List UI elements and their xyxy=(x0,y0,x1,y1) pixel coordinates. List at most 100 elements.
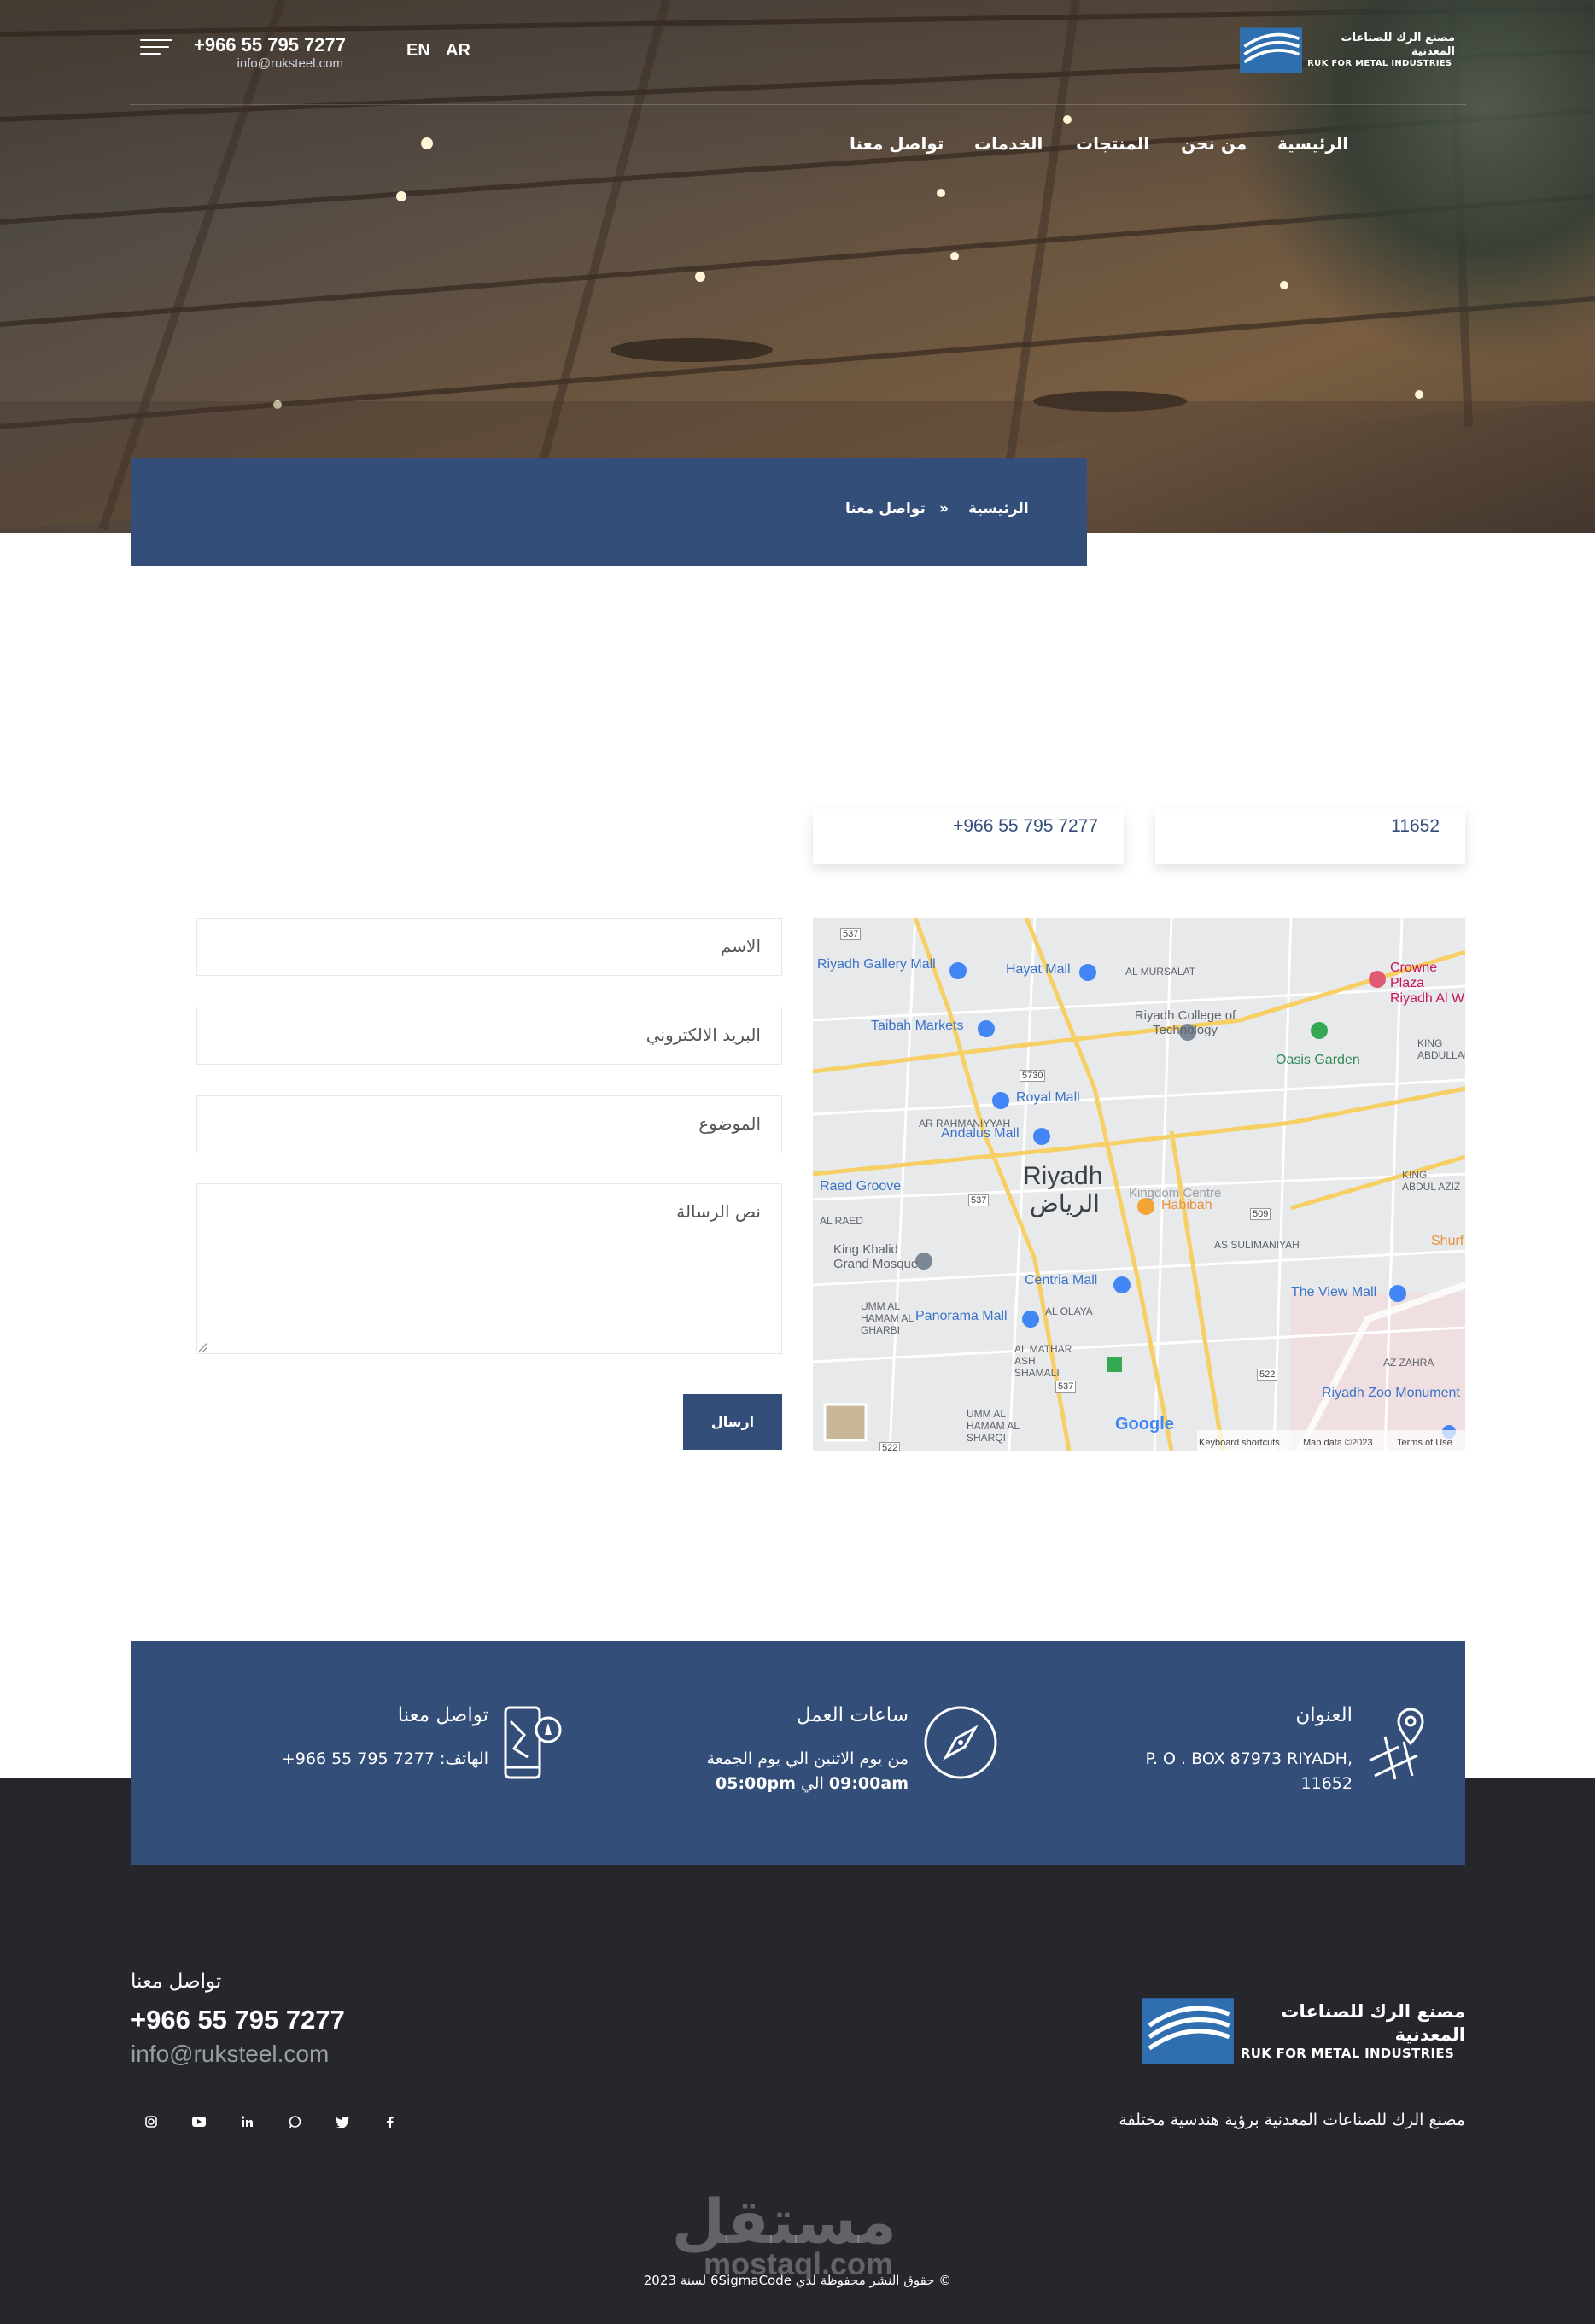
map-place-shurf[interactable]: Shurf xyxy=(1431,1234,1464,1249)
info-card-address: 11652 xyxy=(1155,809,1465,864)
footer-email[interactable]: info@ruksteel.com xyxy=(131,2041,329,2068)
map-road-shield: 537 xyxy=(968,1194,990,1206)
map-road-shield: 509 xyxy=(1250,1208,1271,1220)
map-place-view-mall[interactable]: The View Mall xyxy=(1291,1285,1376,1300)
map-road-shield: 5730 xyxy=(1020,1070,1046,1082)
map-district: UMM AL HAMAM AL GHARBI xyxy=(861,1300,914,1336)
email-field[interactable]: البريد الالكتروني xyxy=(196,1007,782,1065)
nav-contact[interactable]: تواصل معنا xyxy=(850,133,944,154)
address-text: P. O . BOX 87973 RIYADH, 11652 xyxy=(1145,1749,1353,1793)
contact-phone[interactable]: +966 55 795 7277 xyxy=(282,1749,435,1768)
map-place-panorama-mall[interactable]: Panorama Mall xyxy=(915,1309,1008,1324)
map-place-kingdom-centre[interactable]: Kingdom Centre xyxy=(1129,1186,1221,1200)
name-field[interactable]: الاسم xyxy=(196,918,782,976)
info-card-phone: +966 55 795 7277 xyxy=(813,809,1124,864)
nav-products[interactable]: المنتجات xyxy=(1076,133,1149,154)
footer-contact-title: تواصل معنا xyxy=(131,1971,222,1993)
header-phone[interactable]: +966 55 795 7277 xyxy=(188,34,346,56)
map-place-taibah-markets[interactable]: Taibah Markets xyxy=(871,1019,964,1034)
ruk-logo-mark-icon xyxy=(1142,1998,1234,2064)
header-divider xyxy=(130,104,1466,105)
map-place-king-khalid-mosque[interactable]: King Khalid Grand Mosque xyxy=(833,1242,936,1271)
submit-button[interactable]: ارسال xyxy=(683,1394,782,1450)
map-place-riyadh-college[interactable]: Riyadh College of Technology xyxy=(1121,1008,1249,1037)
map-district: AL MATHAR ASH SHAMALI xyxy=(1014,1343,1072,1379)
map-district: AL RAED xyxy=(820,1215,863,1227)
copyright-text: © حقوق النشر محفوظة لدي 6SigmaCode لسنة … xyxy=(643,2273,952,2288)
hamburger-menu-icon[interactable] xyxy=(140,39,172,61)
footer-logo-english: RUK FOR METAL INDUSTRIES xyxy=(1240,2045,1455,2061)
map-road-shield: 537 xyxy=(840,928,862,940)
ruk-logo-mark-icon xyxy=(1240,27,1303,73)
map-place-riyadh-zoo[interactable]: Riyadh Zoo Monument xyxy=(1322,1386,1460,1401)
twitter-icon[interactable] xyxy=(335,2114,350,2129)
hours-to-word: الي xyxy=(800,1773,824,1793)
footer-phone[interactable]: +966 55 795 7277 xyxy=(131,2005,345,2035)
compass-icon xyxy=(924,1706,997,1779)
linkedin-icon[interactable] xyxy=(239,2114,254,2129)
hours-title: ساعات العمل xyxy=(796,1704,909,1726)
map-district: UMM AL HAMAM AL SHARQI xyxy=(967,1408,1020,1444)
map-terms-link[interactable]: Terms of Use xyxy=(1397,1438,1452,1448)
contact-phone-label: الهاتف: xyxy=(440,1749,488,1768)
map-place-raed-groove[interactable]: Raed Groove xyxy=(820,1179,901,1194)
breadcrumb-current: تواصل معنا xyxy=(845,500,926,517)
resize-handle-icon[interactable] xyxy=(199,1343,207,1352)
logo-arabic-name: مصنع الرك للصناعات المعدنية xyxy=(1341,31,1455,58)
footer-tagline: مصنع الرك للصناعات المعدنية برؤية هندسية… xyxy=(1119,2111,1465,2129)
map-road-shield: 522 xyxy=(879,1442,901,1451)
hours-from: 09:00am xyxy=(828,1773,909,1793)
header-email[interactable]: info@ruksteel.com xyxy=(188,56,343,71)
map-district: AL OLAYA xyxy=(1045,1305,1093,1317)
facebook-icon[interactable] xyxy=(383,2114,398,2129)
contact-phone-line: الهاتف: +966 55 795 7277 xyxy=(239,1747,488,1772)
map-city-name-ar: الرياض xyxy=(1030,1190,1100,1217)
header-logo[interactable]: مصنع الرك للصناعات المعدنية RUK FOR META… xyxy=(1240,26,1455,75)
map-place-hayat-mall[interactable]: Hayat Mall xyxy=(1006,962,1071,978)
map-district: KING ABDUL AZIZ xyxy=(1402,1169,1461,1193)
logo-english-name: RUK FOR METAL INDUSTRIES xyxy=(1307,59,1452,68)
hero-banner xyxy=(0,0,1595,533)
map-roads xyxy=(813,918,1465,1451)
map-keyboard-shortcuts-link[interactable]: Keyboard shortcuts xyxy=(1199,1438,1280,1448)
lang-ar-link[interactable]: AR xyxy=(446,41,470,61)
lang-en-link[interactable]: EN xyxy=(406,41,430,61)
location-pin-icon xyxy=(1369,1708,1424,1780)
map-district: AR RAHMANIYYAH xyxy=(919,1118,1011,1130)
map-district: AZ ZAHRA xyxy=(1383,1357,1434,1369)
map-place-oasis-garden[interactable]: Oasis Garden xyxy=(1276,1053,1360,1068)
nav-home[interactable]: الرئيسية xyxy=(1277,133,1348,154)
info-card-address-text: 11652 xyxy=(1391,816,1440,836)
map-place-crowne-plaza[interactable]: Crowne Plaza Riyadh Al W xyxy=(1390,961,1465,1007)
map-road-shield: 522 xyxy=(1257,1369,1278,1381)
map-district: AS SULIMANIYAH xyxy=(1214,1239,1300,1251)
breadcrumb-separator: » xyxy=(939,500,949,517)
subject-field[interactable]: الموضوع xyxy=(196,1095,782,1153)
google-map[interactable]: Riyadh Gallery Mall Hayat Mall Taibah Ma… xyxy=(813,918,1465,1451)
map-city-name-en: Riyadh xyxy=(1023,1162,1103,1190)
nav-services[interactable]: الخدمات xyxy=(974,133,1043,154)
map-place-royal-mall[interactable]: Royal Mall xyxy=(1016,1090,1080,1106)
nav-about[interactable]: من نحن xyxy=(1181,133,1247,154)
watermark-arabic: مستقل xyxy=(671,2186,897,2257)
map-place-centria-mall[interactable]: Centria Mall xyxy=(1025,1273,1097,1288)
map-place-gallery-mall[interactable]: Riyadh Gallery Mall xyxy=(817,957,936,972)
info-card-phone-text: +966 55 795 7277 xyxy=(953,816,1098,836)
message-placeholder: نص الرسالة xyxy=(676,1201,761,1222)
footer-logo[interactable]: مصنع الرك للصناعات المعدنية RUK FOR META… xyxy=(1142,1994,1465,2068)
message-textarea[interactable]: نص الرسالة xyxy=(196,1183,782,1354)
social-links xyxy=(143,2114,398,2129)
instagram-icon[interactable] xyxy=(143,2114,159,2129)
contact-title: تواصل معنا xyxy=(397,1704,488,1726)
google-logo[interactable]: Google xyxy=(1115,1415,1174,1434)
breadcrumb-home[interactable]: الرئيسية xyxy=(968,500,1029,517)
map-district: KING ABDULLAH xyxy=(1417,1037,1465,1061)
hours-to: 05:00pm xyxy=(716,1773,796,1793)
address-title: العنوان xyxy=(1295,1704,1353,1726)
whatsapp-icon[interactable] xyxy=(287,2114,302,2129)
email-placeholder: البريد الالكتروني xyxy=(646,1025,761,1045)
mobile-navigation-icon xyxy=(504,1706,562,1779)
youtube-icon[interactable] xyxy=(191,2114,207,2129)
hours-text: من يوم الاثنين الي يوم الجمعة 09:00am ال… xyxy=(632,1747,909,1796)
map-district: AL MURSALAT xyxy=(1125,966,1196,978)
